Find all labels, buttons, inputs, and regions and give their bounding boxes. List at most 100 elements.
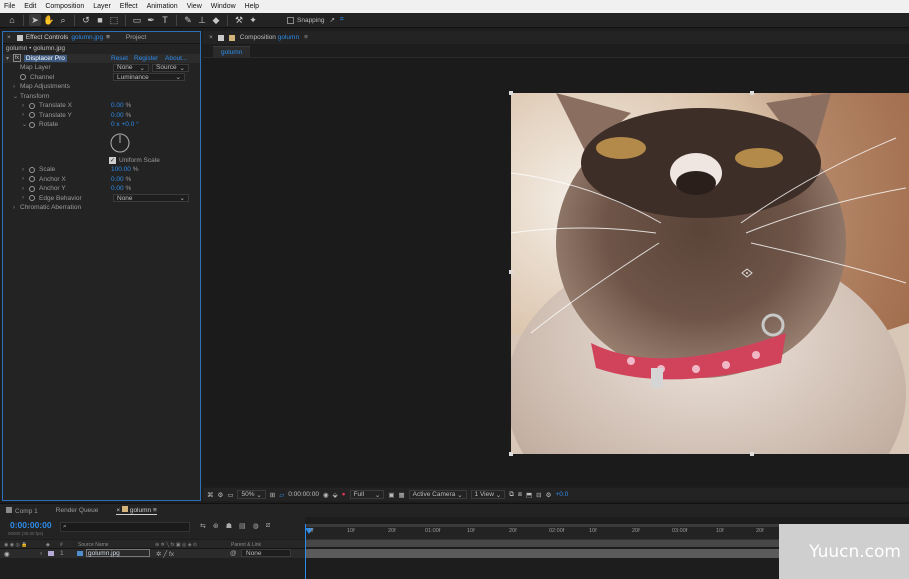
puppet-icon[interactable]: ✦ [247, 14, 259, 26]
layer-row[interactable]: ◉ › 1 golumn.jpg ✲ ╱ fx @ None [0, 549, 305, 558]
shy-icon[interactable]: ☗ [226, 522, 232, 530]
menu-file[interactable]: File [4, 3, 15, 10]
chromatic-aberration-row[interactable]: › Chromatic Aberration [3, 203, 200, 213]
eraser-icon[interactable]: ◆ [210, 14, 222, 26]
close-panel-icon[interactable]: × [209, 34, 213, 41]
rotate-dial[interactable] [109, 132, 131, 154]
stopwatch-icon[interactable] [20, 74, 26, 81]
show-snapshot-icon[interactable]: ⬙ [333, 491, 338, 499]
transform-row[interactable]: ⌄ Transform [3, 92, 200, 102]
anchor-x-value[interactable]: 0.00 [111, 176, 124, 183]
snapping-toggle[interactable]: Snapping ↗ ⌗ [287, 16, 344, 24]
stopwatch-icon[interactable] [29, 121, 35, 128]
column-source-name[interactable]: Source Name [78, 542, 109, 548]
expand-triangle-icon[interactable]: › [13, 84, 20, 90]
stopwatch-icon[interactable] [29, 195, 35, 202]
layer-handle[interactable] [750, 452, 754, 456]
uniform-scale-checkbox[interactable]: ✓ [109, 156, 116, 164]
edge-behavior-dropdown[interactable]: None ⌄ [113, 194, 189, 203]
translate-x-value[interactable]: 0.00 [111, 102, 124, 109]
layer-handle[interactable] [509, 91, 513, 95]
clone-stamp-icon[interactable]: ⊥ [196, 14, 208, 26]
menu-window[interactable]: Window [211, 3, 236, 10]
expand-triangle-icon[interactable]: › [13, 205, 20, 211]
effect-header-row[interactable]: ▾ fx Displacer Pro Reset Register About.… [3, 53, 200, 63]
menu-layer[interactable]: Layer [93, 3, 111, 10]
about-link[interactable]: About... [165, 55, 187, 62]
graph-editor-icon[interactable]: ⧄ [266, 522, 270, 530]
expand-triangle-icon[interactable]: › [22, 167, 29, 173]
exposure-value[interactable]: +0.0 [555, 491, 568, 498]
map-adjustments-row[interactable]: › Map Adjustments [3, 82, 200, 92]
snapshot-camera-icon[interactable]: ◉ [323, 491, 329, 499]
cat-photo[interactable] [511, 93, 909, 454]
comp-flowchart-icon[interactable]: ⇆ [200, 522, 206, 530]
expand-triangle-icon[interactable]: › [22, 103, 29, 109]
viewer-timecode[interactable]: 0:00:00:00 [288, 491, 319, 498]
camera-dropdown[interactable]: Active Camera ⌄ [408, 490, 467, 499]
region-of-interest-icon[interactable]: ▣ [388, 491, 394, 499]
map-layer-dropdown[interactable]: None ⌄ [113, 63, 149, 72]
work-area-bar[interactable] [305, 540, 779, 547]
parent-pickwhip-icon[interactable]: @ [230, 550, 237, 557]
panel-menu-icon[interactable]: ≡ [304, 34, 308, 41]
brush-icon[interactable]: ✎ [182, 14, 194, 26]
reset-exposure-icon[interactable]: ⧈ [518, 491, 522, 499]
fast-previews-icon[interactable]: ⬒ [526, 491, 532, 499]
stopwatch-icon[interactable] [29, 112, 35, 119]
anchor-y-value[interactable]: 0.00 [111, 185, 124, 192]
fx-icon[interactable]: fx [13, 54, 21, 63]
layer-switches[interactable]: ✲ ╱ fx [156, 550, 174, 558]
visibility-eye-icon[interactable]: ◉ [4, 550, 10, 558]
layer-handle[interactable] [750, 91, 754, 95]
layer-duration-bar[interactable] [305, 549, 779, 558]
tab-effect-controls[interactable]: Effect Controls golumn.jpg ≡ [16, 34, 110, 41]
tab-comp1[interactable]: Comp 1 [6, 506, 38, 515]
region-icon[interactable]: ▭ [227, 491, 233, 499]
menu-view[interactable]: View [187, 3, 202, 10]
scale-value[interactable]: 100.00 [111, 166, 131, 173]
always-preview-icon[interactable]: ⌘ [207, 491, 214, 499]
label-color-swatch[interactable] [48, 551, 54, 556]
camera-icon[interactable]: ■ [94, 14, 106, 26]
register-link[interactable]: Register [134, 55, 158, 62]
views-dropdown[interactable]: 1 View ⌄ [470, 490, 506, 499]
stopwatch-icon[interactable] [29, 185, 35, 192]
expand-triangle-icon[interactable]: › [40, 550, 42, 557]
tab-project[interactable]: Project [126, 34, 146, 41]
lock-icon[interactable] [217, 34, 224, 41]
reset-link[interactable]: Reset [111, 55, 128, 62]
subtab-golumn[interactable]: golumn [213, 46, 251, 57]
snapping-checkbox[interactable] [287, 16, 294, 24]
menu-animation[interactable]: Animation [147, 3, 178, 10]
mask-visibility-icon[interactable]: ▱ [279, 491, 284, 499]
panel-menu-icon[interactable]: ≡ [106, 34, 110, 41]
timeline-icon[interactable]: ⊟ [536, 491, 541, 499]
expand-triangle-icon[interactable]: › [22, 112, 29, 118]
roto-brush-icon[interactable]: ⚒ [233, 14, 245, 26]
expand-triangle-icon[interactable]: › [22, 186, 29, 192]
collapse-triangle-icon[interactable]: ⌄ [13, 93, 20, 100]
pen-icon[interactable]: ✒ [145, 14, 157, 26]
effect-name[interactable]: Displacer Pro [23, 54, 67, 62]
layer-handle[interactable] [509, 452, 513, 456]
motion-blur-icon[interactable]: ◍ [253, 522, 259, 530]
tab-render-queue[interactable]: Render Queue [56, 507, 99, 514]
snap-options-icon[interactable]: ↗ [329, 16, 334, 24]
transparency-grid-icon[interactable]: ▦ [399, 491, 405, 499]
resolution-grid-icon[interactable]: ⊞ [270, 491, 275, 499]
layer-handle[interactable] [509, 270, 513, 274]
stopwatch-icon[interactable] [29, 176, 35, 183]
stopwatch-icon[interactable] [29, 102, 35, 109]
menu-help[interactable]: Help [245, 3, 259, 10]
home-icon[interactable]: ⌂ [6, 14, 18, 26]
rotate-value[interactable]: 0 x +0.0 ° [111, 121, 139, 128]
hand-icon[interactable]: ✋ [43, 14, 55, 26]
zoom-icon[interactable]: ⌕ [57, 14, 69, 26]
close-panel-icon[interactable]: × [7, 34, 11, 41]
collapse-triangle-icon[interactable]: ▾ [6, 55, 13, 62]
timeline-search-input[interactable]: ⌕ [60, 522, 190, 532]
expand-triangle-icon[interactable]: › [22, 195, 29, 201]
channel-dropdown[interactable]: Luminance ⌄ [113, 73, 185, 82]
layer-name[interactable]: golumn.jpg [86, 549, 150, 557]
